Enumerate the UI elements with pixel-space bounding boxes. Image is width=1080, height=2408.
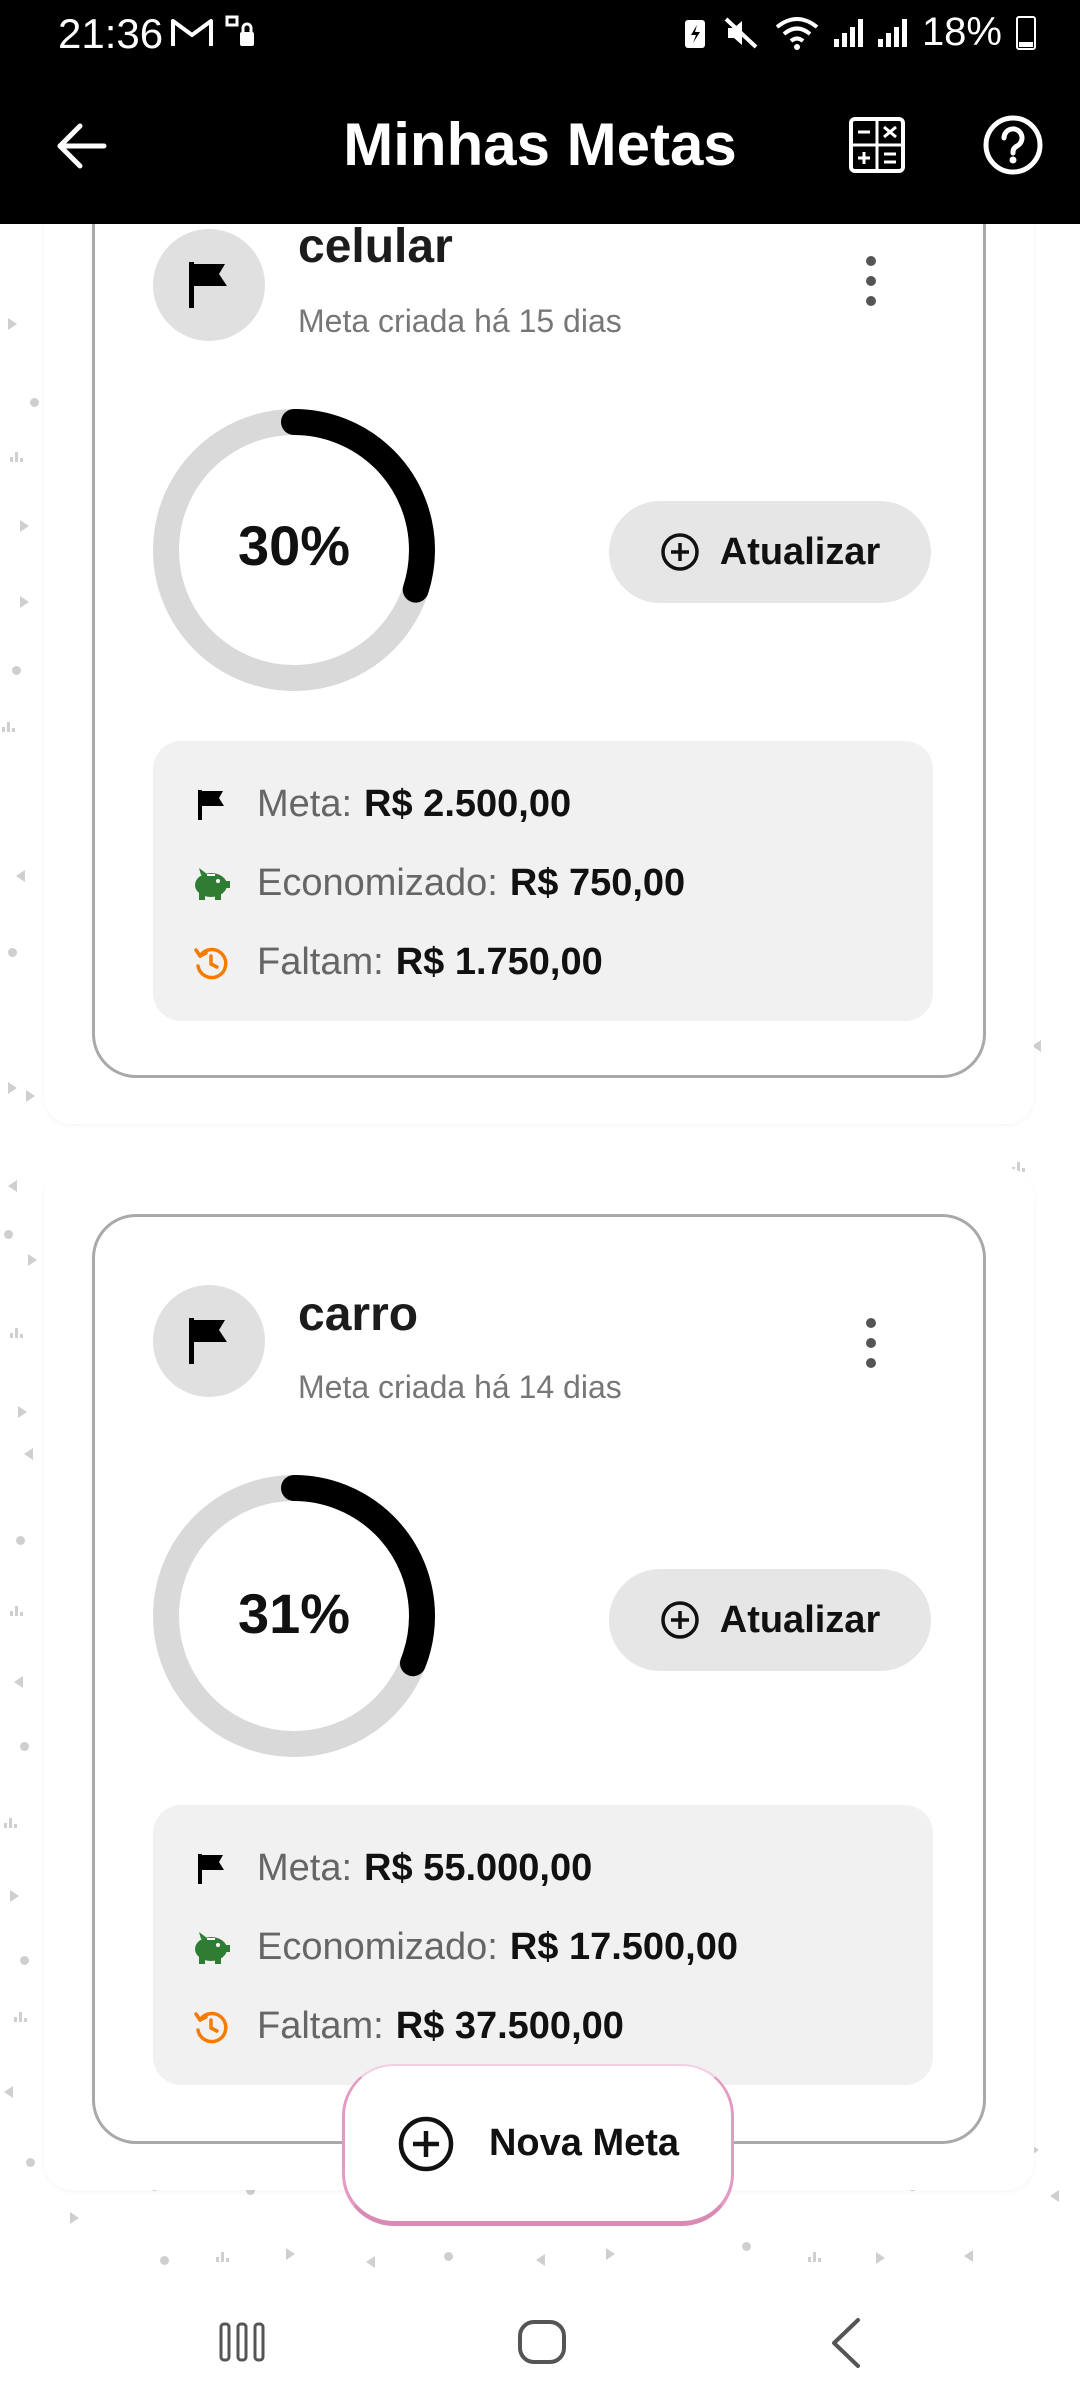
update-button-label: Atualizar (719, 530, 881, 573)
new-goal-label: Nova Meta (488, 2122, 680, 2164)
mute-icon (724, 17, 758, 48)
update-button[interactable]: Atualizar (609, 1569, 931, 1671)
remaining-value: R$ 37.500,00 (395, 2005, 624, 2047)
notification-icons (170, 14, 257, 59)
update-button-label: Atualizar (719, 1598, 881, 1641)
signal-icon-2 (877, 18, 908, 47)
summary-remaining: Faltam: R$ 1.750,00 (191, 941, 603, 984)
saved-value: R$ 17.500,00 (509, 1926, 738, 1968)
battery-saver-icon (684, 19, 705, 48)
summary-saved: Economizado: R$ 17.500,00 (191, 1926, 738, 1969)
meta-value: R$ 55.000,00 (364, 1847, 593, 1889)
meta-value: R$ 2.500,00 (364, 783, 572, 825)
page-title: Minhas Metas (343, 111, 737, 178)
summary-meta: Meta: R$ 55.000,00 (191, 1847, 592, 1890)
flag-icon (198, 789, 224, 820)
saved-label: Economizado: (257, 862, 498, 904)
progress-percent: 30% (237, 514, 351, 577)
summary-meta: Meta: R$ 2.500,00 (191, 783, 571, 826)
signal-icon (833, 18, 864, 47)
summary-saved: Economizado: R$ 750,00 (191, 862, 685, 905)
gmail-icon (171, 19, 213, 46)
goal-created: Meta criada há 14 dias (298, 1369, 622, 1405)
goal-created: Meta criada há 15 dias (298, 303, 622, 339)
meta-label: Meta: (257, 783, 353, 825)
remaining-value: R$ 1.750,00 (395, 941, 603, 983)
update-button[interactable]: Atualizar (609, 501, 931, 603)
clock-history-icon (194, 2011, 228, 2043)
home-icon[interactable] (516, 2316, 568, 2368)
battery-icon (1016, 15, 1036, 50)
add-circle-icon (398, 2116, 454, 2171)
flag-icon (189, 1318, 227, 1364)
goal-card: celular Meta criada há 15 dias 30% Atual… (92, 160, 986, 1078)
app-bar: Minhas Metas (0, 74, 1080, 224)
piggy-bank-icon (195, 867, 230, 900)
goal-flag-avatar (153, 229, 265, 341)
system-nav-bar (0, 2272, 1080, 2408)
wifi-icon (775, 16, 819, 50)
remaining-label: Faltam: (257, 941, 384, 983)
goal-summary: Meta: R$ 55.000,00 Economizado: R$ 17.500,… (153, 1805, 933, 2085)
saved-value: R$ 750,00 (509, 862, 686, 904)
add-circle-icon (661, 1601, 699, 1639)
piggy-bank-icon (195, 1931, 230, 1964)
meta-label: Meta: (257, 1847, 353, 1889)
battery-percent: 18% (921, 10, 1002, 54)
clock-history-icon (194, 947, 228, 979)
status-bar: 21:36 18% (0, 0, 1080, 74)
recent-apps-icon[interactable] (218, 2320, 266, 2364)
more-vert-icon[interactable] (851, 251, 891, 311)
goal-card: carro Meta criada há 14 dias 31% Atualiz… (92, 1214, 986, 2144)
flag-icon (198, 1853, 224, 1884)
nav-back-icon[interactable] (826, 2316, 866, 2370)
flag-icon (189, 262, 227, 308)
goal-name: celular (298, 220, 453, 273)
goal-flag-avatar (153, 1285, 265, 1397)
saved-label: Economizado: (257, 1926, 498, 1968)
help-circle-icon[interactable] (982, 114, 1044, 176)
add-circle-icon (661, 533, 699, 571)
new-goal-button[interactable]: Nova Meta (342, 2064, 734, 2226)
goal-name: carro (298, 1288, 419, 1341)
goal-summary: Meta: R$ 2.500,00 Economizado: R$ 750,00 F… (153, 741, 933, 1021)
calculator-icon[interactable] (848, 116, 906, 174)
more-vert-icon[interactable] (851, 1313, 891, 1373)
progress-percent: 31% (237, 1582, 351, 1645)
lock-network-icon (225, 15, 255, 46)
summary-remaining: Faltam: R$ 37.500,00 (191, 2005, 624, 2048)
status-time: 21:36 (58, 10, 164, 57)
remaining-label: Faltam: (257, 2005, 384, 2047)
status-right: 18% (682, 10, 1036, 55)
